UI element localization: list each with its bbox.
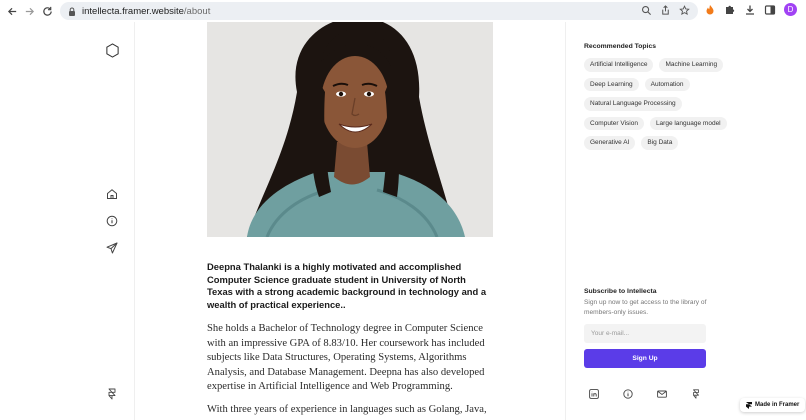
topic-chip[interactable]: Machine Learning: [659, 58, 724, 72]
sidepanel-icon[interactable]: [764, 4, 776, 16]
info-icon[interactable]: [104, 213, 120, 229]
topic-chip[interactable]: Generative AI: [584, 136, 636, 150]
logo-hexagon-icon[interactable]: [103, 41, 121, 59]
article-main: Deepna Thalanki is a highly motivated an…: [136, 22, 564, 420]
puzzle-extensions-icon[interactable]: [724, 4, 736, 16]
subscribe-title: Subscribe to Intellecta: [584, 288, 657, 295]
topics-list: Artificial Intelligence Machine Learning…: [584, 58, 734, 150]
article-paragraph: She holds a Bachelor of Technology degre…: [207, 323, 485, 392]
browser-toolbar: intellecta.framer.website/about D: [0, 0, 806, 22]
share-icon[interactable]: [660, 5, 671, 16]
topic-chip[interactable]: Deep Learning: [584, 77, 639, 91]
url-host: intellecta.framer.website: [82, 5, 184, 17]
info-icon[interactable]: [622, 388, 634, 400]
send-icon[interactable]: [104, 240, 120, 256]
subscribe-description: Sign up now to get access to the library…: [584, 299, 707, 316]
left-nav-rail: [0, 22, 135, 420]
topic-chip[interactable]: Automation: [644, 77, 690, 91]
url-text: intellecta.framer.website/about: [82, 6, 210, 17]
topic-chip[interactable]: Computer Vision: [584, 116, 644, 130]
made-in-framer-badge[interactable]: Made in Framer: [740, 398, 806, 412]
zoom-icon[interactable]: [641, 5, 652, 16]
email-input[interactable]: [584, 324, 706, 343]
topic-chip[interactable]: Natural Language Processing: [584, 97, 682, 111]
profile-photo: [207, 22, 493, 237]
lock-icon: [69, 7, 75, 16]
framer-logo-icon[interactable]: [104, 386, 120, 402]
url-path: /about: [183, 5, 211, 17]
bookmark-star-icon[interactable]: [679, 5, 690, 16]
topic-chip[interactable]: Artificial Intelligence: [584, 58, 654, 72]
profile-avatar[interactable]: D: [784, 3, 797, 16]
article-intro: Deepna Thalanki is a highly motivated an…: [207, 261, 487, 311]
topic-chip[interactable]: Big Data: [641, 136, 679, 150]
address-bar[interactable]: intellecta.framer.website/about: [60, 2, 698, 20]
forward-icon[interactable]: [19, 1, 39, 21]
right-sidebar: Recommended Topics Artificial Intelligen…: [565, 22, 806, 420]
linkedin-icon[interactable]: [588, 388, 600, 400]
download-icon[interactable]: [744, 4, 756, 16]
framer-logo-icon: [746, 401, 752, 409]
signup-button[interactable]: Sign Up: [584, 349, 706, 368]
flame-extension-icon[interactable]: [704, 4, 716, 16]
article-paragraph: With three years of experience in langua…: [207, 404, 487, 415]
topics-title: Recommended Topics: [584, 43, 657, 50]
topic-chip[interactable]: Large language model: [649, 116, 727, 130]
framer-logo-icon[interactable]: [690, 388, 702, 400]
home-icon[interactable]: [104, 186, 120, 202]
badge-label: Made in Framer: [755, 402, 800, 408]
reload-icon[interactable]: [37, 1, 57, 21]
mail-icon[interactable]: [656, 388, 668, 400]
